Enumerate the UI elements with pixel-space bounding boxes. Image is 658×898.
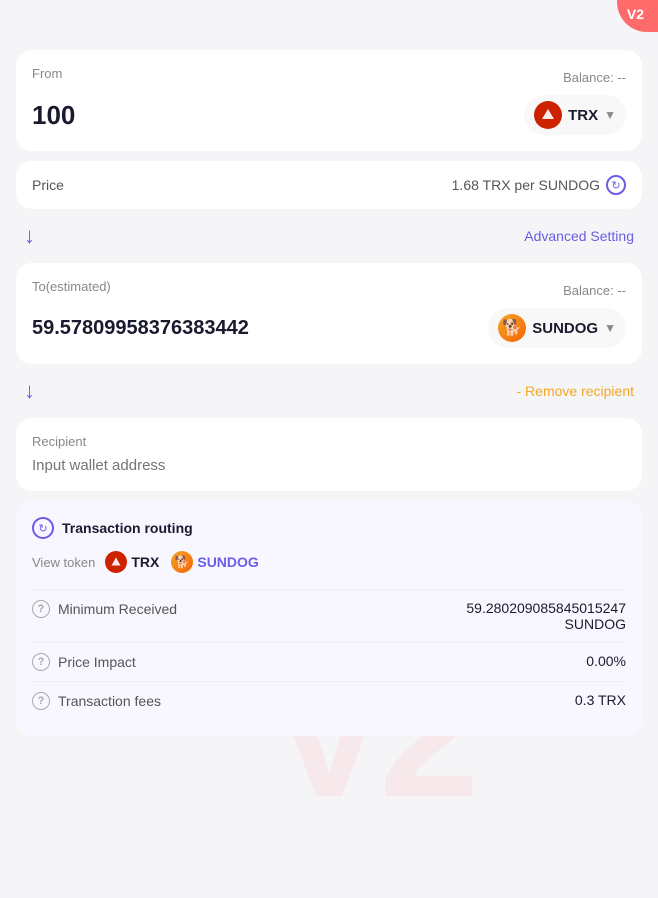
minimum-received-row: ? Minimum Received 59.280209085845015247…: [32, 589, 626, 642]
recipient-card: Recipient: [16, 418, 642, 491]
trx-token-label: TRX: [131, 554, 159, 570]
sundog-icon-small: 🐕: [171, 551, 193, 573]
from-token-selector[interactable]: TRX ▼: [524, 95, 626, 135]
transaction-fees-info-icon[interactable]: ?: [32, 692, 50, 710]
transaction-fees-row: ? Transaction fees 0.3 TRX: [32, 681, 626, 720]
view-token-label: View token: [32, 555, 95, 570]
refresh-icon[interactable]: ↻: [606, 175, 626, 195]
advanced-setting-button[interactable]: Advanced Setting: [524, 228, 634, 244]
transaction-fees-label: Transaction fees: [58, 693, 161, 709]
to-token-chevron: ▼: [604, 321, 616, 335]
sundog-token-pill[interactable]: 🐕 SUNDOG: [171, 551, 258, 573]
sundog-token-label: SUNDOG: [197, 554, 258, 570]
price-impact-label: Price Impact: [58, 654, 136, 670]
remove-recipient-button[interactable]: - Remove recipient: [517, 383, 635, 399]
from-card: From Balance: -- 100 TRX ▼: [16, 50, 642, 151]
sundog-icon: 🐕: [498, 314, 526, 342]
recipient-label: Recipient: [32, 434, 626, 449]
to-balance: Balance: --: [563, 283, 626, 298]
price-value-text: 1.68 TRX per SUNDOG: [452, 177, 600, 193]
price-impact-value: 0.00%: [586, 653, 626, 669]
routing-icon: ↻: [32, 517, 54, 539]
trx-token-pill[interactable]: TRX: [105, 551, 159, 573]
middle-row-2: ↓ - Remove recipient: [16, 374, 642, 408]
trx-icon: [534, 101, 562, 129]
price-label: Price: [32, 177, 64, 193]
recipient-input[interactable]: [32, 457, 626, 474]
to-label: To(estimated): [32, 279, 111, 294]
routing-card: ↻ Transaction routing View token TRX 🐕 S…: [16, 501, 642, 736]
routing-header: ↻ Transaction routing: [32, 517, 626, 539]
from-amount[interactable]: 100: [32, 100, 75, 131]
price-value-container: 1.68 TRX per SUNDOG ↻: [452, 175, 626, 195]
routing-title: Transaction routing: [62, 520, 193, 536]
swap-arrow-icon[interactable]: ↓: [24, 223, 35, 249]
trx-icon-small: [105, 551, 127, 573]
from-balance: Balance: --: [563, 70, 626, 85]
to-token-selector[interactable]: 🐕 SUNDOG ▼: [488, 308, 626, 348]
view-token-row: View token TRX 🐕 SUNDOG: [32, 551, 626, 573]
minimum-received-value: 59.280209085845015247 SUNDOG: [466, 600, 626, 632]
to-card: To(estimated) Balance: -- 59.57809958376…: [16, 263, 642, 364]
transaction-fees-left: ? Transaction fees: [32, 692, 161, 710]
price-impact-row: ? Price Impact 0.00%: [32, 642, 626, 681]
from-token-chevron: ▼: [604, 108, 616, 122]
from-token-name: TRX: [568, 107, 598, 124]
price-impact-left: ? Price Impact: [32, 653, 136, 671]
minimum-received-label: Minimum Received: [58, 601, 177, 617]
price-impact-info-icon[interactable]: ?: [32, 653, 50, 671]
from-label: From: [32, 66, 62, 81]
middle-row-1: ↓ Advanced Setting: [16, 219, 642, 253]
minimum-received-info-icon[interactable]: ?: [32, 600, 50, 618]
transaction-fees-value: 0.3 TRX: [575, 692, 626, 708]
to-token-name: SUNDOG: [532, 320, 598, 337]
price-row: Price 1.68 TRX per SUNDOG ↻: [16, 161, 642, 209]
minimum-received-left: ? Minimum Received: [32, 600, 177, 618]
to-amount: 59.57809958376383442: [32, 317, 249, 340]
recipient-arrow-icon: ↓: [24, 378, 35, 404]
